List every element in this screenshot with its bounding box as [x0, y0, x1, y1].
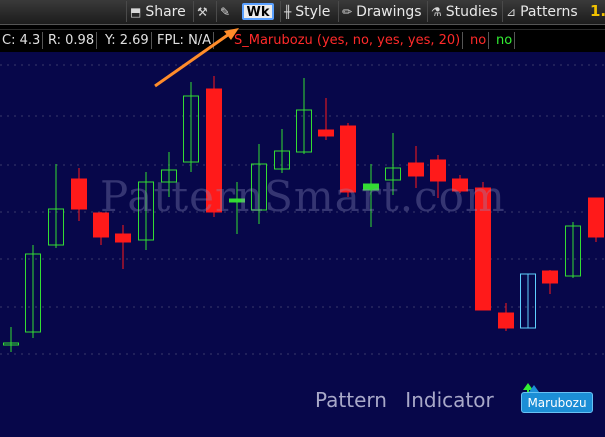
price-chart[interactable]: PatternSmart.com Pattern Indicator Marub… [0, 52, 605, 437]
drawings-button[interactable]: ✏ Drawings [338, 1, 426, 22]
wrench-icon: ✎ [220, 4, 231, 19]
candle-body [588, 197, 604, 238]
candle-body [115, 233, 131, 243]
patterns-button[interactable]: ⊿ Patterns [502, 1, 588, 22]
y-value: Y: 2.69 [103, 32, 152, 49]
marubozu-badge[interactable]: Marubozu [521, 392, 593, 413]
pencil-icon: ✏ [342, 4, 353, 19]
flexible-grid-icon: ⚒ [197, 4, 208, 19]
chart-canvas [0, 64, 605, 397]
study-info-bar: C: 4.3 R: 0.98 Y: 2.69 FPL: N/A S_Marubo… [0, 29, 605, 53]
badge-notch [529, 385, 539, 392]
price-readout: 1. [590, 2, 605, 20]
share-icon: ⬒ [130, 4, 142, 19]
candle-body [542, 270, 558, 284]
toolbar: ⬒ Share ⚒ ✎ Wk ╫ Style ✏ Drawings ⚗ Stud… [0, 0, 605, 25]
c-value: C: 4.3 [0, 32, 44, 49]
style-label: Style [295, 3, 331, 20]
share-button[interactable]: ⬒ Share [126, 1, 192, 22]
flag-no-red: no [468, 32, 490, 49]
candle-body [318, 129, 334, 137]
pattern-indicator-label: Pattern Indicator [315, 388, 494, 412]
candlestick-icon: ╫ [284, 4, 292, 19]
flexible-grid-button[interactable]: ⚒ [193, 1, 215, 22]
studies-button[interactable]: ⚗ Studies [427, 1, 501, 22]
timeframe-wk-button[interactable]: Wk [242, 3, 274, 20]
patterns-icon: ⊿ [506, 4, 517, 19]
study-label[interactable]: S_Marubozu (yes, no, yes, yes, 20) [232, 32, 464, 49]
fpl-value: FPL: N/A [155, 32, 215, 49]
candle-body [71, 178, 87, 210]
patterns-label: Patterns [520, 3, 578, 20]
flask-icon: ⚗ [431, 4, 442, 19]
settings-wrench-button[interactable]: ✎ [216, 1, 238, 22]
share-label: Share [145, 3, 186, 20]
candle-body [498, 312, 514, 329]
timeframe-label: Wk [246, 5, 270, 20]
r-value: R: 0.98 [46, 32, 98, 49]
watermark: PatternSmart.com [100, 172, 506, 221]
style-button[interactable]: ╫ Style [280, 1, 337, 22]
studies-label: Studies [445, 3, 498, 20]
flag-no-green: no [494, 32, 516, 49]
drawings-label: Drawings [356, 3, 422, 20]
